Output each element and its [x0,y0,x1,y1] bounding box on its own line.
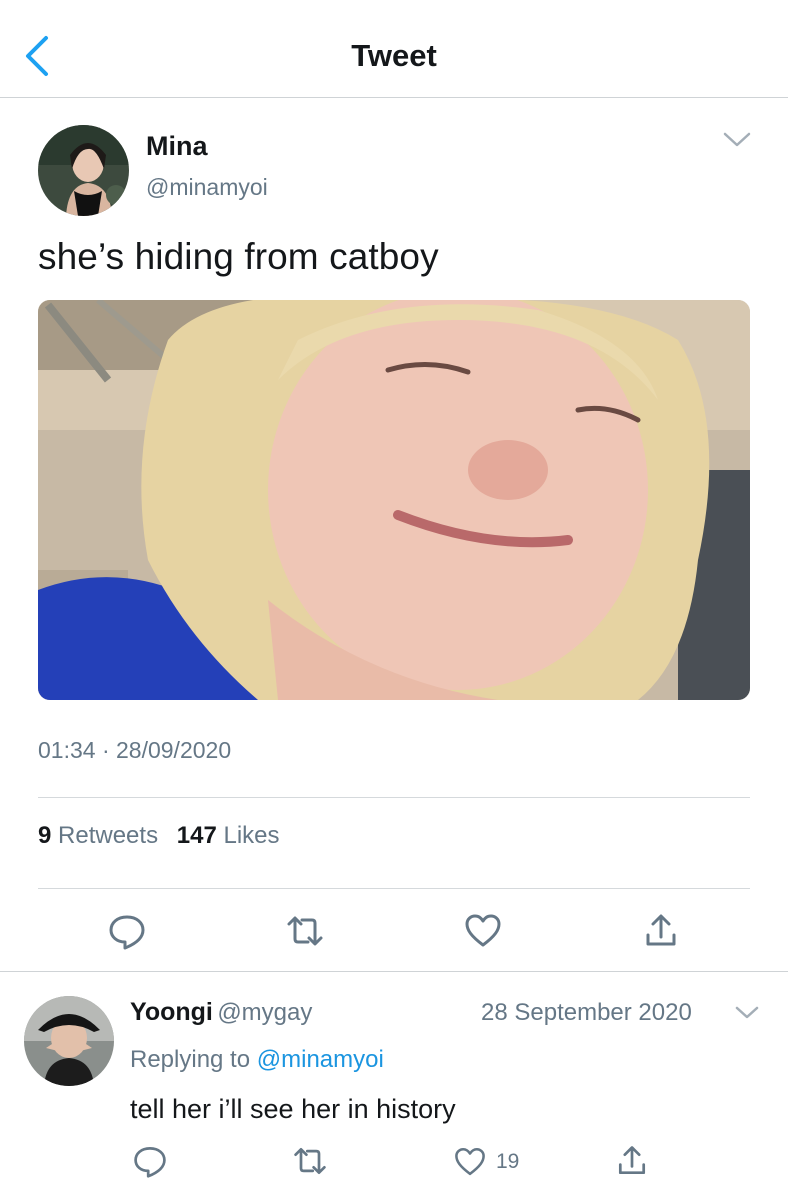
chevron-down-icon [735,1006,759,1019]
retweets-stat[interactable]: 9 Retweets [38,822,158,849]
reply-options-button[interactable] [734,1004,760,1022]
retweet-icon [294,1147,326,1175]
tweet-text: she’s hiding from catboy [38,236,439,277]
retweet-icon [287,916,323,946]
reply-reply-button[interactable] [132,1143,168,1179]
tweet-timestamp: 01:34 · 28/09/2020 [38,737,232,763]
tweet-photo[interactable] [38,300,750,700]
reply-author-name[interactable]: Yoongi [130,998,213,1026]
reply-icon [109,915,145,950]
replying-to-link[interactable]: @minamyoi [257,1046,384,1073]
retweet-button[interactable] [285,911,325,951]
replying-to: Replying to @minamyoi [130,1046,384,1074]
author-avatar[interactable] [38,125,129,216]
reply-text: tell her i’ll see her in history [130,1094,456,1124]
reply-header: Yoongi @mygay [130,998,312,1027]
reply-button[interactable] [107,911,147,951]
reply-likes-count: 19 [496,1150,520,1173]
retweets-label: Retweets [58,822,159,849]
reply-share-button[interactable] [614,1143,650,1179]
reply-retweet-button[interactable] [292,1143,328,1179]
likes-label: Likes [223,822,280,849]
tweet-stats: 9 Retweets 147 Likes [38,822,280,850]
replying-prefix: Replying to [130,1046,251,1073]
author-handle[interactable]: @minamyoi [146,174,268,201]
likes-count: 147 [176,822,217,849]
reply-date: 28 September 2020 [481,999,692,1026]
section-separator [0,971,788,972]
like-icon [465,914,501,947]
chevron-down-icon [723,132,751,147]
likes-stat[interactable]: 147 Likes [177,822,280,849]
reply-author-handle[interactable]: @mygay [217,999,312,1026]
tweet-options-button[interactable] [722,130,752,150]
divider [38,888,750,889]
retweets-count: 9 [38,822,52,849]
like-button[interactable] [463,911,503,951]
author-name[interactable]: Mina [146,131,208,162]
divider [38,797,750,798]
share-button[interactable] [641,911,681,951]
share-icon [646,914,676,946]
reply-author-avatar[interactable] [24,996,114,1086]
reply-like-button[interactable] [453,1145,487,1179]
share-icon [618,1146,646,1175]
reply-icon [134,1147,166,1178]
like-icon [455,1147,485,1176]
page-title: Tweet [351,38,437,73]
